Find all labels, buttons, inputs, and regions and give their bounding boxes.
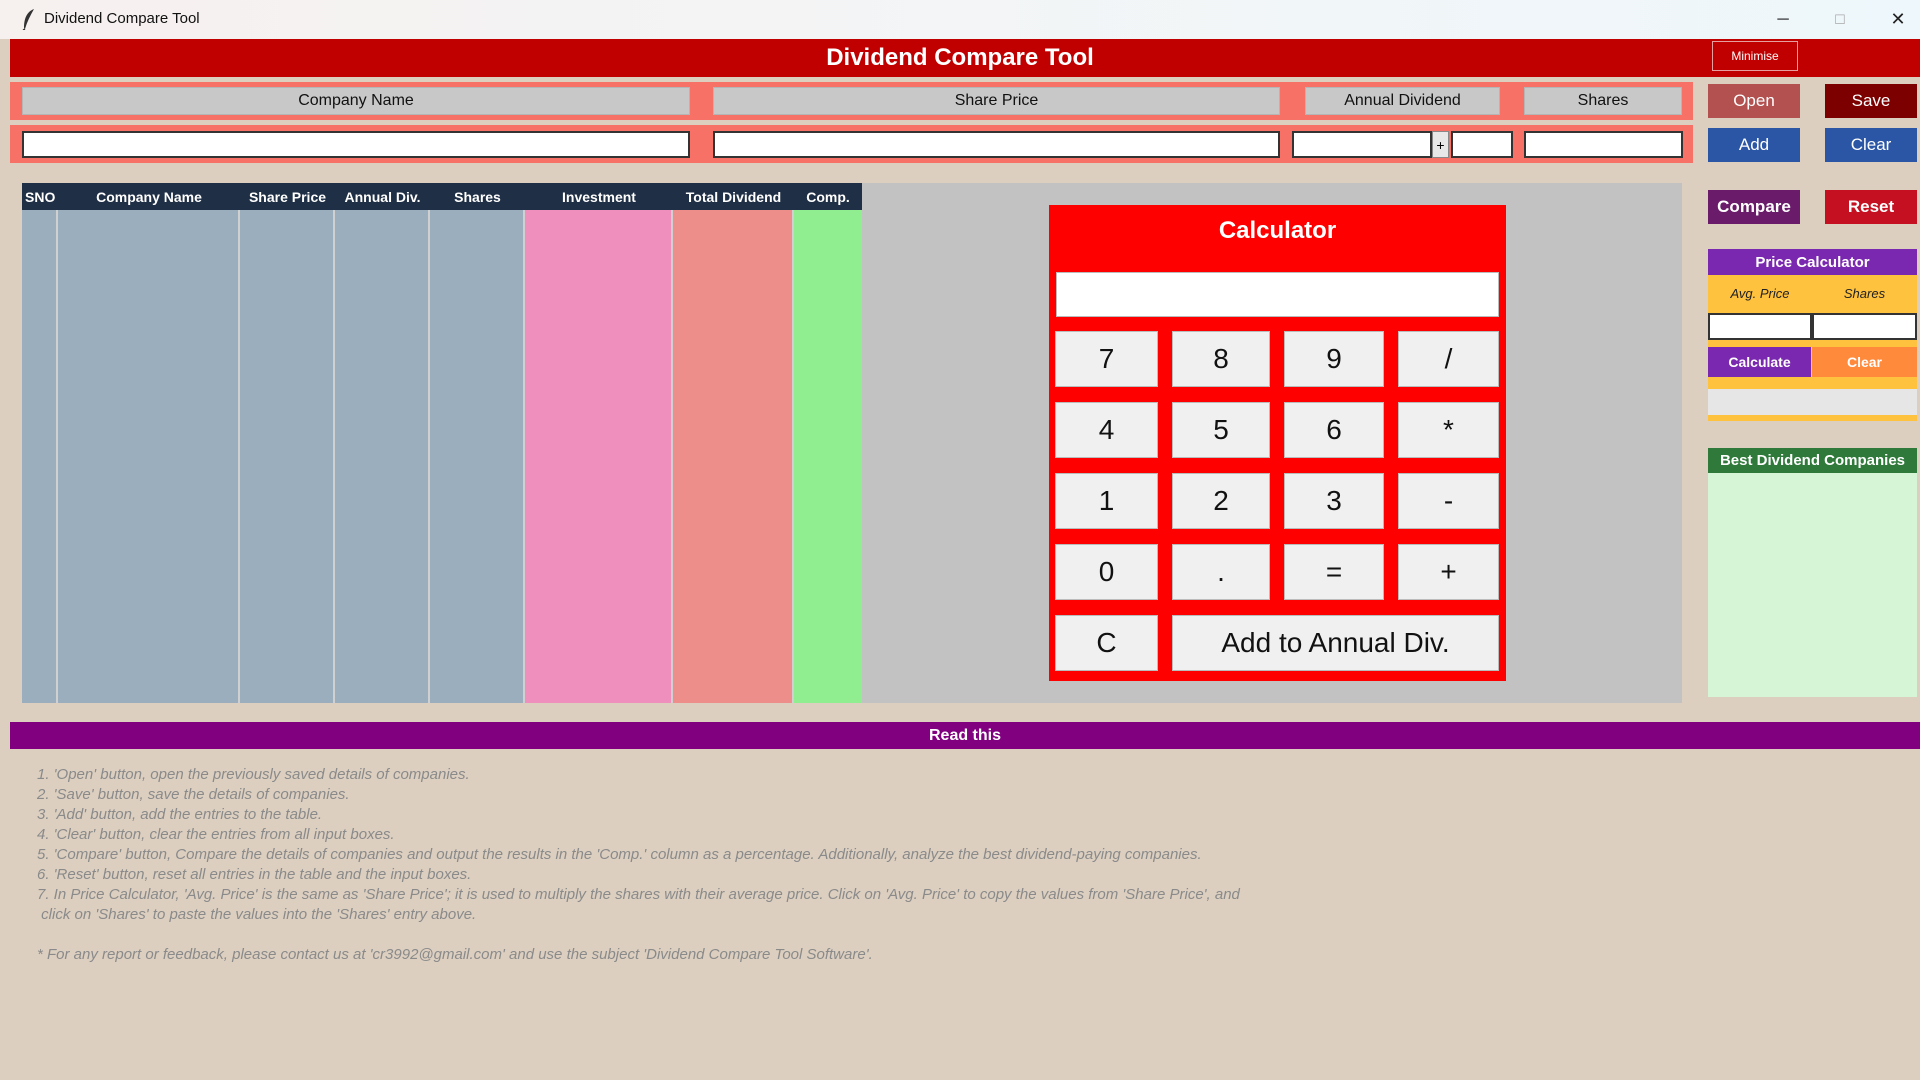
pc-shares-label[interactable]: Shares [1812, 281, 1917, 305]
calc-key-minus[interactable]: - [1398, 473, 1499, 529]
th-comp[interactable]: Comp. [794, 183, 862, 210]
app-header: Dividend Compare Tool Minimise [10, 39, 1920, 77]
price-calculator-result [1708, 389, 1917, 415]
read-this-line-2: 2. 'Save' button, save the details of co… [37, 786, 350, 803]
calculator-display[interactable] [1056, 272, 1499, 317]
shares-label: Shares [1524, 87, 1682, 115]
col-total-dividend[interactable] [673, 210, 794, 703]
calc-key-8[interactable]: 8 [1172, 331, 1270, 387]
calc-key-3[interactable]: 3 [1284, 473, 1384, 529]
calc-key-5[interactable]: 5 [1172, 402, 1270, 458]
calc-key-9[interactable]: 9 [1284, 331, 1384, 387]
calc-key-0[interactable]: 0 [1055, 544, 1158, 600]
col-company-name[interactable] [58, 210, 240, 703]
calc-key-1[interactable]: 1 [1055, 473, 1158, 529]
read-this-line-1: 1. 'Open' button, open the previously sa… [37, 766, 470, 783]
read-this-line-4: 4. 'Clear' button, clear the entries fro… [37, 826, 395, 843]
th-sno[interactable]: SNO [22, 183, 58, 210]
col-share-price[interactable] [240, 210, 335, 703]
read-this-line-6: 6. 'Reset' button, reset all entries in … [37, 866, 472, 883]
annual-dividend-input[interactable] [1292, 131, 1432, 158]
avg-price-label[interactable]: Avg. Price [1708, 281, 1812, 305]
th-investment[interactable]: Investment [525, 183, 673, 210]
calc-key-multiply[interactable]: * [1398, 402, 1499, 458]
feather-icon [22, 9, 34, 30]
open-button[interactable]: Open [1708, 84, 1800, 118]
calc-key-divide[interactable]: / [1398, 331, 1499, 387]
share-price-input[interactable] [713, 131, 1280, 158]
companies-table: SNO Company Name Share Price Annual Div.… [22, 183, 862, 703]
col-shares[interactable] [430, 210, 525, 703]
read-this-line-7: 7. In Price Calculator, 'Avg. Price' is … [37, 886, 1240, 903]
save-button[interactable]: Save [1825, 84, 1917, 118]
read-this-line-5: 5. 'Compare' button, Compare the details… [37, 846, 1202, 863]
read-this-line-8: click on 'Shares' to paste the values in… [37, 906, 477, 923]
calc-key-6[interactable]: 6 [1284, 402, 1384, 458]
calc-add-to-annual-div-button[interactable]: Add to Annual Div. [1172, 615, 1499, 671]
read-this-footer: * For any report or feedback, please con… [37, 946, 873, 963]
best-dividend-list[interactable] [1708, 473, 1917, 697]
company-name-input[interactable] [22, 131, 690, 158]
th-company-name[interactable]: Company Name [58, 183, 240, 210]
read-this-header: Read this [10, 722, 1920, 749]
calc-key-equals[interactable]: = [1284, 544, 1384, 600]
window-title-bar: Dividend Compare Tool ─ ☐ ✕ [0, 0, 1920, 39]
calc-key-2[interactable]: 2 [1172, 473, 1270, 529]
read-this-line-3: 3. 'Add' button, add the entries to the … [37, 806, 323, 823]
shares-input[interactable] [1524, 131, 1683, 158]
calc-key-4[interactable]: 4 [1055, 402, 1158, 458]
calculator: Calculator 7 8 9 / 4 5 6 * 1 2 3 - 0 . =… [1049, 205, 1506, 681]
pc-shares-input[interactable] [1812, 313, 1917, 340]
compare-button[interactable]: Compare [1708, 190, 1800, 224]
th-total-dividend[interactable]: Total Dividend [673, 183, 794, 210]
pc-clear-button[interactable]: Clear [1812, 347, 1917, 377]
annual-dividend-label: Annual Dividend [1305, 87, 1500, 115]
window-title: Dividend Compare Tool [44, 10, 200, 27]
calc-key-decimal[interactable]: . [1172, 544, 1270, 600]
calc-key-plus[interactable]: + [1398, 544, 1499, 600]
th-share-price[interactable]: Share Price [240, 183, 335, 210]
annual-dividend-extra-input[interactable] [1451, 131, 1513, 158]
window-maximize-button[interactable]: ☐ [1812, 0, 1868, 39]
annual-dividend-plus-button[interactable]: + [1432, 131, 1449, 158]
best-dividend-title: Best Dividend Companies [1708, 448, 1917, 473]
avg-price-input[interactable] [1708, 313, 1812, 340]
calculate-button[interactable]: Calculate [1708, 347, 1811, 377]
add-button[interactable]: Add [1708, 128, 1800, 162]
clear-button[interactable]: Clear [1825, 128, 1917, 162]
th-shares[interactable]: Shares [430, 183, 525, 210]
col-sno[interactable] [22, 210, 58, 703]
minimise-button[interactable]: Minimise [1712, 41, 1798, 71]
th-annual-div[interactable]: Annual Div. [335, 183, 430, 210]
col-comp[interactable] [794, 210, 862, 703]
window-close-button[interactable]: ✕ [1870, 0, 1920, 39]
calc-key-7[interactable]: 7 [1055, 331, 1158, 387]
window-minimize-button[interactable]: ─ [1755, 0, 1811, 39]
calc-key-clear[interactable]: C [1055, 615, 1158, 671]
col-annual-div[interactable] [335, 210, 430, 703]
reset-button[interactable]: Reset [1825, 190, 1917, 224]
app-title: Dividend Compare Tool [826, 44, 1094, 71]
col-investment[interactable] [525, 210, 673, 703]
calculator-title: Calculator [1218, 217, 1337, 244]
price-calculator-title: Price Calculator [1708, 249, 1917, 275]
company-name-label: Company Name [22, 87, 690, 115]
share-price-label: Share Price [713, 87, 1280, 115]
